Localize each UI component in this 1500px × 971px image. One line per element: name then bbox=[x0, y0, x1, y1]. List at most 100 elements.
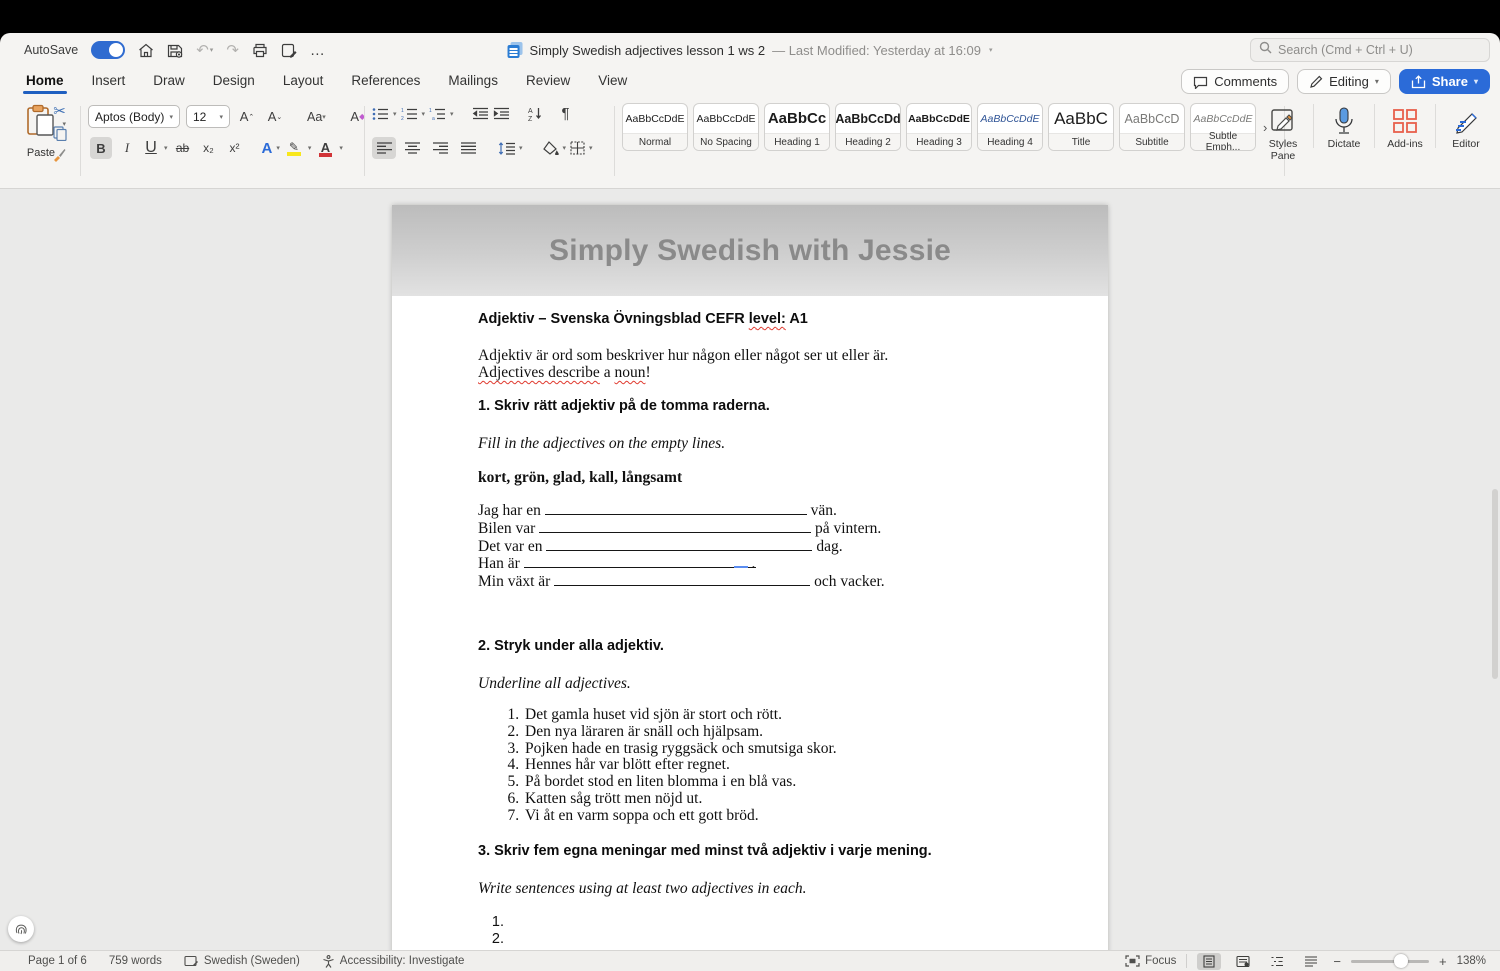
fingerprint-button[interactable] bbox=[8, 916, 34, 942]
shading-dropdown-icon[interactable]: ▾ bbox=[563, 144, 567, 152]
font-color-button[interactable]: A bbox=[315, 140, 335, 157]
style-heading-1[interactable]: AaBbCc Heading 1 bbox=[764, 103, 830, 151]
line-spacing-button[interactable] bbox=[498, 141, 515, 155]
change-case-button[interactable]: Aa ▾ bbox=[304, 110, 329, 124]
word-bank[interactable]: kort, grön, glad, kall, långsamt bbox=[478, 469, 1022, 486]
strikethrough-button[interactable]: ab bbox=[172, 137, 194, 159]
format-painter-icon[interactable] bbox=[52, 147, 67, 162]
style-no-spacing[interactable]: AaBbCcDdE No Spacing bbox=[693, 103, 759, 151]
banner-title[interactable]: Simply Swedish with Jessie bbox=[549, 234, 951, 268]
undo-icon[interactable]: ↶ ▾ bbox=[196, 43, 213, 58]
zoom-out-button[interactable]: − bbox=[1333, 954, 1341, 969]
line-spacing-dropdown-icon[interactable]: ▾ bbox=[519, 144, 523, 152]
tab-home[interactable]: Home bbox=[23, 69, 66, 95]
search-input[interactable] bbox=[1278, 43, 1481, 57]
align-center-button[interactable] bbox=[400, 137, 424, 159]
editing-mode-button[interactable]: Editing ▾ bbox=[1297, 69, 1391, 94]
more-toolbar-icon[interactable]: … bbox=[310, 43, 325, 58]
search-box[interactable] bbox=[1250, 38, 1490, 62]
numbering-button[interactable]: 12 bbox=[401, 107, 418, 121]
style-subtle-emphasis[interactable]: AaBbCcDdE Subtle Emph... bbox=[1190, 103, 1256, 151]
sentence-item[interactable]: Den nya läraren är snäll och hjälpsam. bbox=[523, 723, 1022, 741]
align-right-button[interactable] bbox=[428, 137, 452, 159]
empty-numbered-item[interactable] bbox=[508, 914, 1022, 932]
tab-mailings[interactable]: Mailings bbox=[448, 69, 498, 95]
zoom-level[interactable]: 138% bbox=[1457, 955, 1486, 967]
section3-subtitle[interactable]: Write sentences using at least two adjec… bbox=[478, 880, 1022, 897]
borders-dropdown-icon[interactable]: ▾ bbox=[589, 144, 593, 152]
zoom-slider-thumb[interactable] bbox=[1393, 953, 1408, 968]
font-size-select[interactable]: 12 ▾ bbox=[186, 105, 230, 128]
doc-intro-en[interactable]: Adjectives describe a noun! bbox=[478, 364, 1022, 381]
title-chevron-icon[interactable]: ▾ bbox=[989, 46, 993, 54]
borders-button[interactable] bbox=[570, 141, 585, 155]
section2-subtitle[interactable]: Underline all adjectives. bbox=[478, 675, 1022, 692]
shading-button[interactable] bbox=[542, 141, 559, 155]
zoom-slider[interactable] bbox=[1350, 953, 1429, 968]
multilevel-list-button[interactable]: 1a bbox=[429, 107, 446, 121]
bold-button[interactable]: B bbox=[90, 137, 112, 159]
justify-button[interactable] bbox=[456, 137, 480, 159]
accessibility-status[interactable]: Accessibility: Investigate bbox=[322, 954, 464, 968]
clear-formatting-button[interactable]: A ◆ bbox=[347, 106, 369, 128]
highlight-button[interactable]: ✎ bbox=[284, 140, 304, 156]
fill-line[interactable]: Bilen var på vintern. bbox=[478, 520, 1022, 538]
superscript-button[interactable]: x² bbox=[224, 137, 246, 159]
paragraph-marks-button[interactable]: ¶ bbox=[562, 105, 570, 122]
section1-subtitle[interactable]: Fill in the adjectives on the empty line… bbox=[478, 435, 1022, 452]
style-heading-3[interactable]: AaBbCcDdE Heading 3 bbox=[906, 103, 972, 151]
page-indicator[interactable]: Page 1 of 6 bbox=[28, 955, 87, 967]
style-subtitle[interactable]: AaBbCcD Subtitle bbox=[1119, 103, 1185, 151]
home-icon[interactable] bbox=[138, 43, 154, 58]
style-normal[interactable]: AaBbCcDdE Normal bbox=[622, 103, 688, 151]
sort-button[interactable]: AZ bbox=[528, 106, 544, 121]
sentence-item[interactable]: Katten såg trött men nöjd ut. bbox=[523, 790, 1022, 808]
redo-icon[interactable]: ↷ bbox=[226, 43, 239, 58]
comments-button[interactable]: Comments bbox=[1181, 69, 1290, 94]
increase-indent-button[interactable] bbox=[493, 107, 510, 120]
dictate-button[interactable]: Dictate bbox=[1316, 102, 1372, 150]
sentence-item[interactable]: Pojken hade en trasig ryggsäck och smuts… bbox=[523, 740, 1022, 758]
bullets-dropdown-icon[interactable]: ▾ bbox=[393, 110, 397, 118]
underline-dropdown-icon[interactable]: ▾ bbox=[164, 144, 168, 152]
section2-heading[interactable]: 2. Stryk under alla adjektiv. bbox=[478, 637, 1022, 655]
sentence-item[interactable]: På bordet stod en liten blomma i en blå … bbox=[523, 773, 1022, 791]
doc-heading[interactable]: Adjektiv – Svenska Övningsblad CEFR leve… bbox=[478, 310, 1022, 328]
highlight-dropdown-icon[interactable]: ▾ bbox=[308, 144, 312, 152]
subscript-button[interactable]: x₂ bbox=[198, 137, 220, 159]
save-icon[interactable] bbox=[167, 43, 183, 58]
empty-numbered-item[interactable] bbox=[508, 931, 1022, 949]
share-copy-icon[interactable] bbox=[281, 43, 297, 58]
fill-line[interactable]: Min växt är och vacker. bbox=[478, 573, 1022, 591]
fill-line[interactable]: Det var en dag. bbox=[478, 538, 1022, 556]
document-header-banner[interactable]: Simply Swedish with Jessie bbox=[392, 205, 1108, 296]
editor-button[interactable]: Editor bbox=[1438, 102, 1494, 150]
decrease-indent-button[interactable] bbox=[472, 107, 489, 120]
section3-heading[interactable]: 3. Skriv fem egna meningar med minst två… bbox=[478, 842, 1022, 860]
sentence-item[interactable]: Vi åt en varm soppa och ett gott bröd. bbox=[523, 807, 1022, 825]
font-color-dropdown-icon[interactable]: ▾ bbox=[339, 144, 343, 152]
italic-button[interactable]: I bbox=[116, 137, 138, 159]
tab-view[interactable]: View bbox=[598, 69, 627, 95]
word-count[interactable]: 759 words bbox=[109, 955, 162, 967]
web-layout-view-button[interactable] bbox=[1231, 953, 1255, 970]
align-left-button[interactable] bbox=[372, 137, 396, 159]
sentence-item[interactable]: Hennes hår var blött efter regnet. bbox=[523, 757, 1022, 774]
style-heading-2[interactable]: AaBbCcDd Heading 2 bbox=[835, 103, 901, 151]
vertical-scrollbar[interactable] bbox=[1492, 489, 1498, 679]
draft-view-button[interactable] bbox=[1299, 953, 1323, 970]
autosave-toggle[interactable] bbox=[91, 41, 126, 59]
text-effects-button[interactable]: A bbox=[262, 140, 273, 157]
fill-line[interactable]: Han är . bbox=[478, 555, 1022, 573]
add-ins-button[interactable]: Add-ins bbox=[1377, 102, 1433, 150]
zoom-in-button[interactable]: + bbox=[1439, 954, 1447, 969]
print-layout-view-button[interactable] bbox=[1197, 952, 1222, 970]
doc-intro-sv[interactable]: Adjektiv är ord som beskriver hur någon … bbox=[478, 347, 1022, 364]
cut-icon[interactable]: ✂ bbox=[53, 102, 66, 120]
style-heading-4[interactable]: AaBbCcDdE Heading 4 bbox=[977, 103, 1043, 151]
sentence-item[interactable]: Det gamla huset vid sjön är stort och rö… bbox=[523, 706, 1022, 724]
tab-review[interactable]: Review bbox=[526, 69, 570, 95]
share-button[interactable]: Share ▾ bbox=[1398, 69, 1490, 94]
tab-references[interactable]: References bbox=[351, 69, 420, 95]
bullets-button[interactable] bbox=[372, 107, 389, 121]
